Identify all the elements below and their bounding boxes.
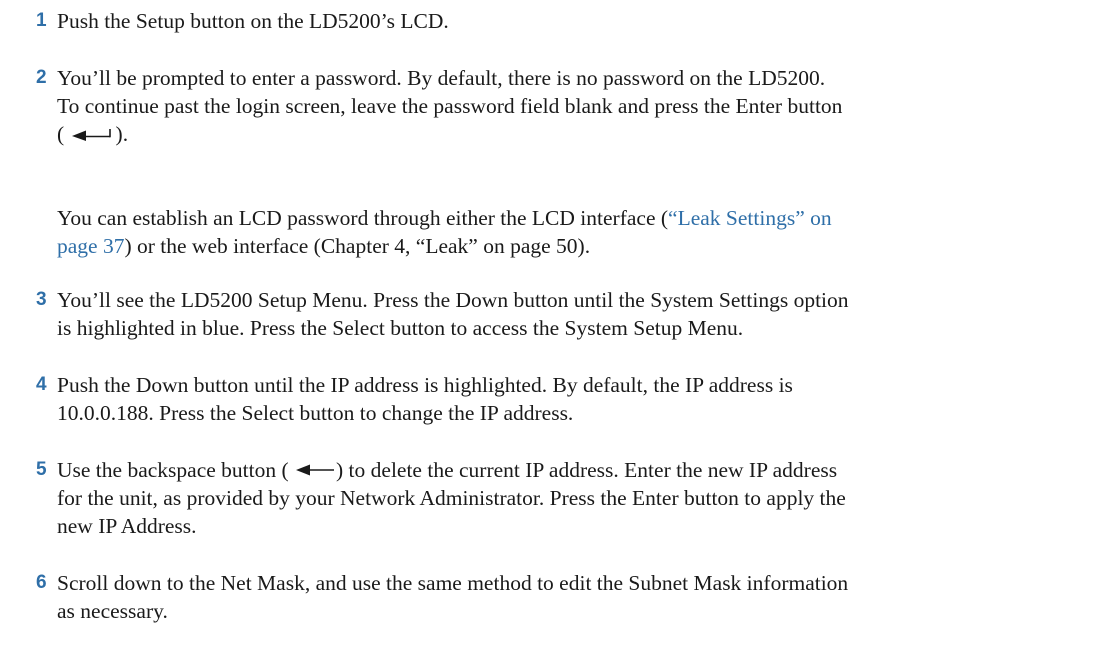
step-line: You’ll see the LD5200 Setup Menu. Press …: [57, 288, 849, 312]
step-line: Push the Down button until the IP addres…: [57, 373, 793, 397]
password-note: You can establish an LCD password throug…: [57, 204, 1107, 260]
step-text: Push the Down button until the IP addres…: [57, 371, 1107, 427]
backspace-arrow-icon: [294, 463, 336, 477]
step-text: You’ll see the LD5200 Setup Menu. Press …: [57, 286, 1107, 342]
step-text: You’ll be prompted to enter a password. …: [57, 64, 1107, 148]
step-line: 10.0.0.188. Press the Select button to c…: [57, 401, 574, 425]
leak-settings-link[interactable]: “Leak Settings” on: [668, 206, 832, 230]
step-number: 1: [36, 10, 47, 31]
step-line: Scroll down to the Net Mask, and use the…: [57, 571, 849, 595]
step-number: 4: [36, 374, 47, 395]
step-text: Scroll down to the Net Mask, and use the…: [57, 569, 1107, 625]
step-line: as necessary.: [57, 599, 168, 623]
step-line: Push the Setup button on the LD5200’s LC…: [57, 9, 449, 33]
step-line: new IP Address.: [57, 514, 197, 538]
note-line-2: page 37) or the web interface (Chapter 4…: [57, 234, 591, 258]
step-number: 2: [36, 67, 47, 88]
step-line: To continue past the login screen, leave…: [57, 94, 843, 118]
enter-arrow-icon: [70, 127, 116, 142]
step-line: Use the backspace button ( ) to delete t…: [57, 458, 838, 482]
step-line: You’ll be prompted to enter a password. …: [57, 66, 826, 90]
step-number: 3: [36, 289, 47, 310]
step-number: 6: [36, 572, 47, 593]
note-line-1: You can establish an LCD password throug…: [57, 206, 832, 230]
step-text: Use the backspace button ( ) to delete t…: [57, 456, 1107, 540]
instruction-document: 1 Push the Setup button on the LD5200’s …: [0, 0, 1113, 645]
page-37-link[interactable]: page 37: [57, 234, 124, 258]
paren-close: ).: [115, 122, 129, 146]
enter-button-reference: ( ).: [57, 120, 1107, 148]
paren-open: (: [57, 122, 65, 146]
step-line: is highlighted in blue. Press the Select…: [57, 316, 744, 340]
step-line: for the unit, as provided by your Networ…: [57, 486, 846, 510]
step-text: Push the Setup button on the LD5200’s LC…: [57, 7, 1107, 35]
step-number: 5: [36, 459, 47, 480]
